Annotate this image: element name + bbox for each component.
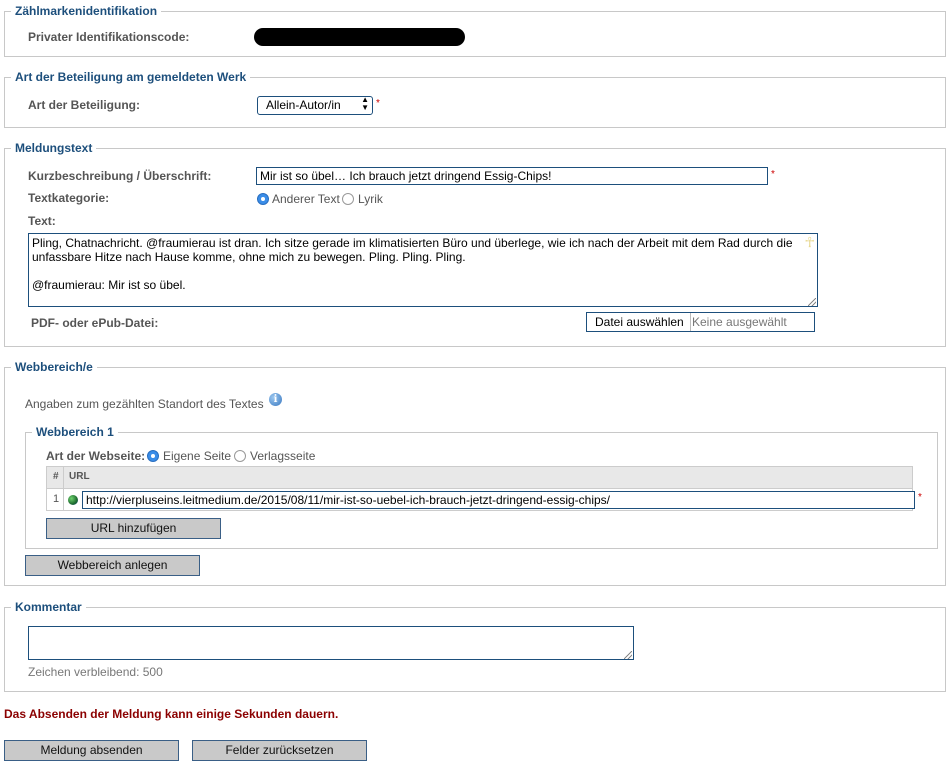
radio-eigene-seite[interactable] — [147, 450, 159, 462]
reset-button[interactable]: Felder zurücksetzen — [192, 740, 367, 761]
file-input[interactable]: Datei auswählen Keine ausgewählt — [586, 312, 815, 332]
web-legend: Webbereich/e — [11, 360, 97, 374]
file-status: Keine ausgewählt — [692, 315, 787, 329]
info-icon[interactable]: i — [269, 393, 282, 406]
participation-legend: Art der Beteiligung am gemeldeten Werk — [11, 70, 251, 84]
radio-verlagsseite[interactable] — [234, 450, 246, 462]
radio-eigene-seite-label[interactable]: Eigene Seite — [163, 449, 231, 463]
title-required-mark: * — [771, 169, 775, 180]
row-num: 1 — [53, 493, 60, 505]
comment-remaining: Zeichen verbleibend: 500 — [28, 665, 163, 679]
select-arrows-icon: ▲ ▼ — [361, 95, 369, 112]
submit-warning: Das Absenden der Meldung kann einige Sek… — [4, 707, 339, 721]
add-web-area-button[interactable]: Webbereich anlegen — [25, 555, 200, 576]
header-url: URL — [69, 471, 90, 482]
ankh-icon: ☥ — [804, 234, 815, 250]
header-num: # — [53, 471, 59, 482]
text-line-1: Pling, Chatnachricht. @fraumierau ist dr… — [32, 236, 793, 250]
site-type-label: Art der Webseite: — [46, 449, 146, 463]
url-table-header: # URL — [47, 467, 912, 489]
title-input[interactable]: Mir ist so übel… Ich brauch jetzt dringe… — [256, 167, 768, 185]
url-required-mark: * — [918, 492, 922, 503]
radio-lyrik[interactable] — [342, 193, 354, 205]
category-label: Textkategorie: — [28, 191, 110, 205]
add-url-button[interactable]: URL hinzufügen — [46, 518, 221, 539]
resize-handle-icon[interactable] — [624, 651, 632, 659]
participation-label: Art der Beteiligung: — [28, 98, 141, 112]
participation-select[interactable]: Allein-Autor/in ▲ ▼ — [257, 96, 373, 115]
title-label: Kurzbeschreibung / Überschrift: — [28, 169, 212, 183]
participation-select-value: Allein-Autor/in — [266, 98, 341, 112]
radio-lyrik-label[interactable]: Lyrik — [358, 192, 383, 206]
submit-button[interactable]: Meldung absenden — [4, 740, 179, 761]
participation-fieldset — [4, 77, 946, 128]
message-legend: Meldungstext — [11, 141, 97, 155]
radio-anderer-text-label[interactable]: Anderer Text — [272, 192, 340, 206]
identification-legend: Zählmarkenidentifikation — [11, 4, 162, 18]
text-line-2: unfassbare Hitze nach Hause komme, ohne … — [32, 250, 466, 264]
comment-textarea[interactable] — [28, 626, 634, 660]
web-info-text: Angaben zum gezählten Standort des Texte… — [25, 397, 264, 411]
text-area[interactable]: Pling, Chatnachricht. @fraumierau ist dr… — [28, 233, 818, 307]
file-label: PDF- oder ePub-Datei: — [31, 316, 159, 330]
participation-required-mark: * — [376, 98, 380, 109]
web-area-legend: Webbereich 1 — [32, 425, 118, 439]
private-code-label: Privater Identifikationscode: — [28, 30, 190, 44]
text-label: Text: — [28, 214, 56, 228]
file-choose-button[interactable]: Datei auswählen — [587, 313, 691, 331]
text-line-3: @fraumierau: Mir ist so übel. — [32, 278, 186, 292]
resize-handle-icon[interactable] — [808, 298, 816, 306]
radio-anderer-text[interactable] — [257, 193, 269, 205]
private-code-redacted — [254, 28, 465, 46]
radio-verlagsseite-label[interactable]: Verlagsseite — [250, 449, 315, 463]
url-input[interactable]: http://vierpluseins.leitmedium.de/2015/0… — [82, 491, 915, 509]
globe-icon — [68, 495, 78, 505]
comment-legend: Kommentar — [11, 600, 86, 614]
